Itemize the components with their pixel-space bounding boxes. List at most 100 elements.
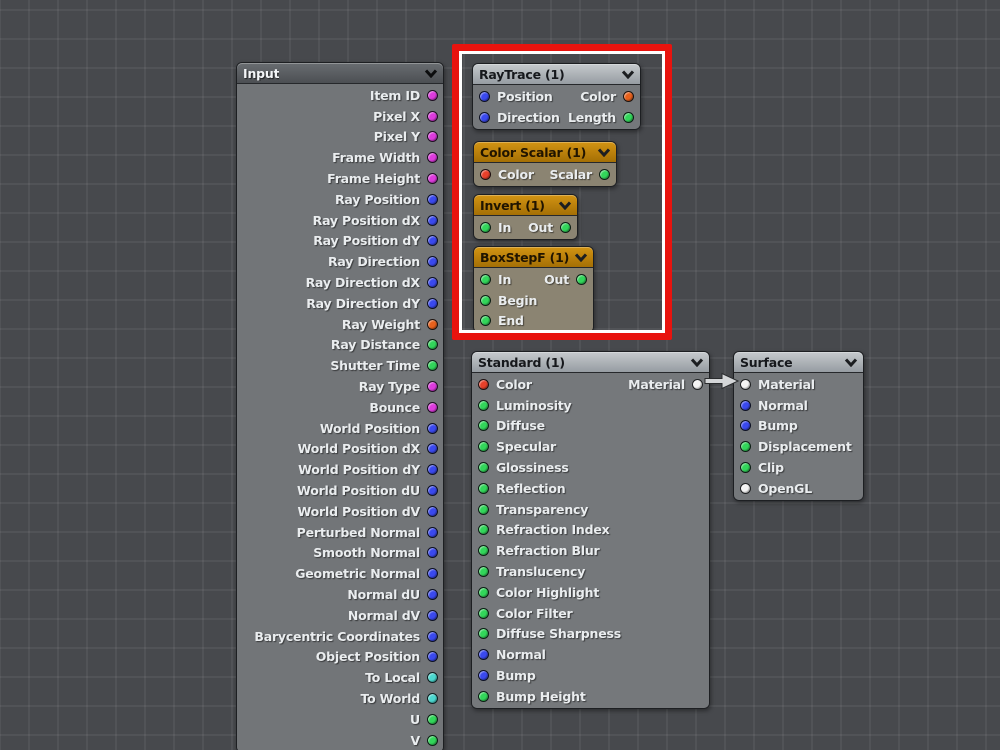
input-port-dot[interactable] [740,483,751,494]
port-label: Barycentric Coordinates [254,629,420,644]
output-port-dot[interactable] [427,402,438,413]
node-input-header[interactable]: Input [237,63,443,84]
output-port-dot[interactable] [427,173,438,184]
input-port-dot[interactable] [478,587,489,598]
output-port-dot[interactable] [427,693,438,704]
input-port-dot[interactable] [480,295,491,306]
node-graph-canvas[interactable]: InputItem IDPixel XPixel YFrame WidthFra… [0,0,1000,750]
node-boxstepf[interactable]: BoxStepF (1)InOutBeginEnd [473,246,594,333]
input-port-dot[interactable] [479,112,490,123]
output-port-dot[interactable] [427,319,438,330]
output-port-dot[interactable] [576,274,587,285]
output-port-dot[interactable] [427,672,438,683]
output-port-dot[interactable] [427,194,438,205]
node-standard-header[interactable]: Standard (1) [472,352,709,373]
input-port-dot[interactable] [740,400,751,411]
output-port-dot[interactable] [427,631,438,642]
output-port-dot[interactable] [427,714,438,725]
output-port-dot[interactable] [427,423,438,434]
output-port-dot[interactable] [427,90,438,101]
output-port-dot[interactable] [427,527,438,538]
chevron-down-icon[interactable] [621,70,635,79]
input-port-dot[interactable] [740,462,751,473]
output-port-dot[interactable] [427,381,438,392]
chevron-down-icon[interactable] [844,358,858,367]
input-port: Begin [480,293,537,308]
output-port-dot[interactable] [427,547,438,558]
output-port-dot[interactable] [623,91,634,102]
output-port-dot[interactable] [427,152,438,163]
chevron-down-icon[interactable] [597,148,611,157]
output-port-dot[interactable] [427,235,438,246]
output-port-dot[interactable] [427,111,438,122]
output-port-dot[interactable] [427,277,438,288]
node-color-scalar[interactable]: Color Scalar (1)ColorScalar [473,141,617,187]
node-color-scalar-header[interactable]: Color Scalar (1) [474,142,616,163]
output-port-dot[interactable] [692,379,703,390]
node-raytrace-header[interactable]: RayTrace (1) [473,64,640,85]
input-port-dot[interactable] [478,608,489,619]
output-port-dot[interactable] [427,735,438,746]
chevron-down-icon[interactable] [574,253,588,262]
input-port-dot[interactable] [478,545,489,556]
input-port-dot[interactable] [740,441,751,452]
port-row: Ray Direction [237,251,443,272]
node-boxstepf-header[interactable]: BoxStepF (1) [474,247,593,268]
input-port-dot[interactable] [480,169,491,180]
input-port-dot[interactable] [478,462,489,473]
output-port-dot[interactable] [427,360,438,371]
output-port-dot[interactable] [427,589,438,600]
input-port-dot[interactable] [478,400,489,411]
output-port-dot[interactable] [427,256,438,267]
output-port-dot[interactable] [427,215,438,226]
port-label: Normal [496,647,546,662]
input-port: Translucency [478,564,585,579]
node-invert[interactable]: Invert (1)InOut [473,194,578,240]
output-port-dot[interactable] [599,169,610,180]
input-port-dot[interactable] [478,504,489,515]
output-port-dot[interactable] [427,339,438,350]
input-port-dot[interactable] [480,315,491,326]
output-port-dot[interactable] [427,568,438,579]
input-port-dot[interactable] [480,222,491,233]
node-raytrace[interactable]: RayTrace (1)PositionColorDirectionLength [472,63,641,130]
port-row: Bump [472,665,709,686]
input-port-dot[interactable] [478,670,489,681]
input-port-dot[interactable] [479,91,490,102]
input-port-dot[interactable] [478,628,489,639]
node-standard[interactable]: Standard (1)ColorMaterialLuminosityDiffu… [471,351,710,709]
chevron-down-icon[interactable] [690,358,704,367]
input-port-dot[interactable] [740,420,751,431]
input-port-dot[interactable] [740,379,751,390]
input-port-dot[interactable] [478,566,489,577]
output-port-dot[interactable] [427,464,438,475]
port-label: Diffuse [496,418,545,433]
node-surface[interactable]: SurfaceMaterialNormalBumpDisplacementCli… [733,351,864,501]
input-port-dot[interactable] [478,441,489,452]
output-port-dot[interactable] [623,112,634,123]
output-port-dot[interactable] [427,443,438,454]
input-port-dot[interactable] [478,379,489,390]
input-port-dot[interactable] [478,420,489,431]
output-port-dot[interactable] [560,222,571,233]
chevron-down-icon[interactable] [424,69,438,78]
input-port-dot[interactable] [478,483,489,494]
output-port-dot[interactable] [427,131,438,142]
output-port-dot[interactable] [427,485,438,496]
output-port-dot[interactable] [427,610,438,621]
output-port-dot[interactable] [427,298,438,309]
connection-arrow[interactable] [704,372,740,390]
output-port: Color [580,89,634,104]
node-invert-header[interactable]: Invert (1) [474,195,577,216]
output-port-dot[interactable] [427,506,438,517]
chevron-down-icon[interactable] [558,201,572,210]
port-label: Ray Position [335,192,420,207]
input-port-dot[interactable] [478,524,489,535]
node-surface-header[interactable]: Surface [734,352,863,373]
input-port-dot[interactable] [480,274,491,285]
output-port-dot[interactable] [427,651,438,662]
input-port-dot[interactable] [478,649,489,660]
node-input[interactable]: InputItem IDPixel XPixel YFrame WidthFra… [236,62,444,750]
port-row: Item ID [237,85,443,106]
input-port-dot[interactable] [478,691,489,702]
